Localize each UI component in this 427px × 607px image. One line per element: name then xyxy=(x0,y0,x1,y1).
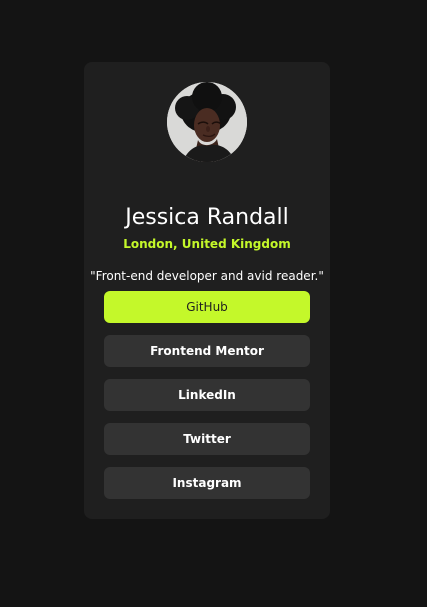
profile-location: London, United Kingdom xyxy=(123,237,291,251)
profile-name: Jessica Randall xyxy=(125,204,289,230)
social-links-list: GitHub Frontend Mentor LinkedIn Twitter … xyxy=(104,291,310,499)
avatar xyxy=(167,82,247,162)
linkedin-link-button[interactable]: LinkedIn xyxy=(104,379,310,411)
profile-card: Jessica Randall London, United Kingdom "… xyxy=(84,62,330,519)
twitter-link-button[interactable]: Twitter xyxy=(104,423,310,455)
github-link-button[interactable]: GitHub xyxy=(104,291,310,323)
frontend-mentor-link-button[interactable]: Frontend Mentor xyxy=(104,335,310,367)
profile-bio: "Front-end developer and avid reader." xyxy=(90,269,324,283)
instagram-link-button[interactable]: Instagram xyxy=(104,467,310,499)
